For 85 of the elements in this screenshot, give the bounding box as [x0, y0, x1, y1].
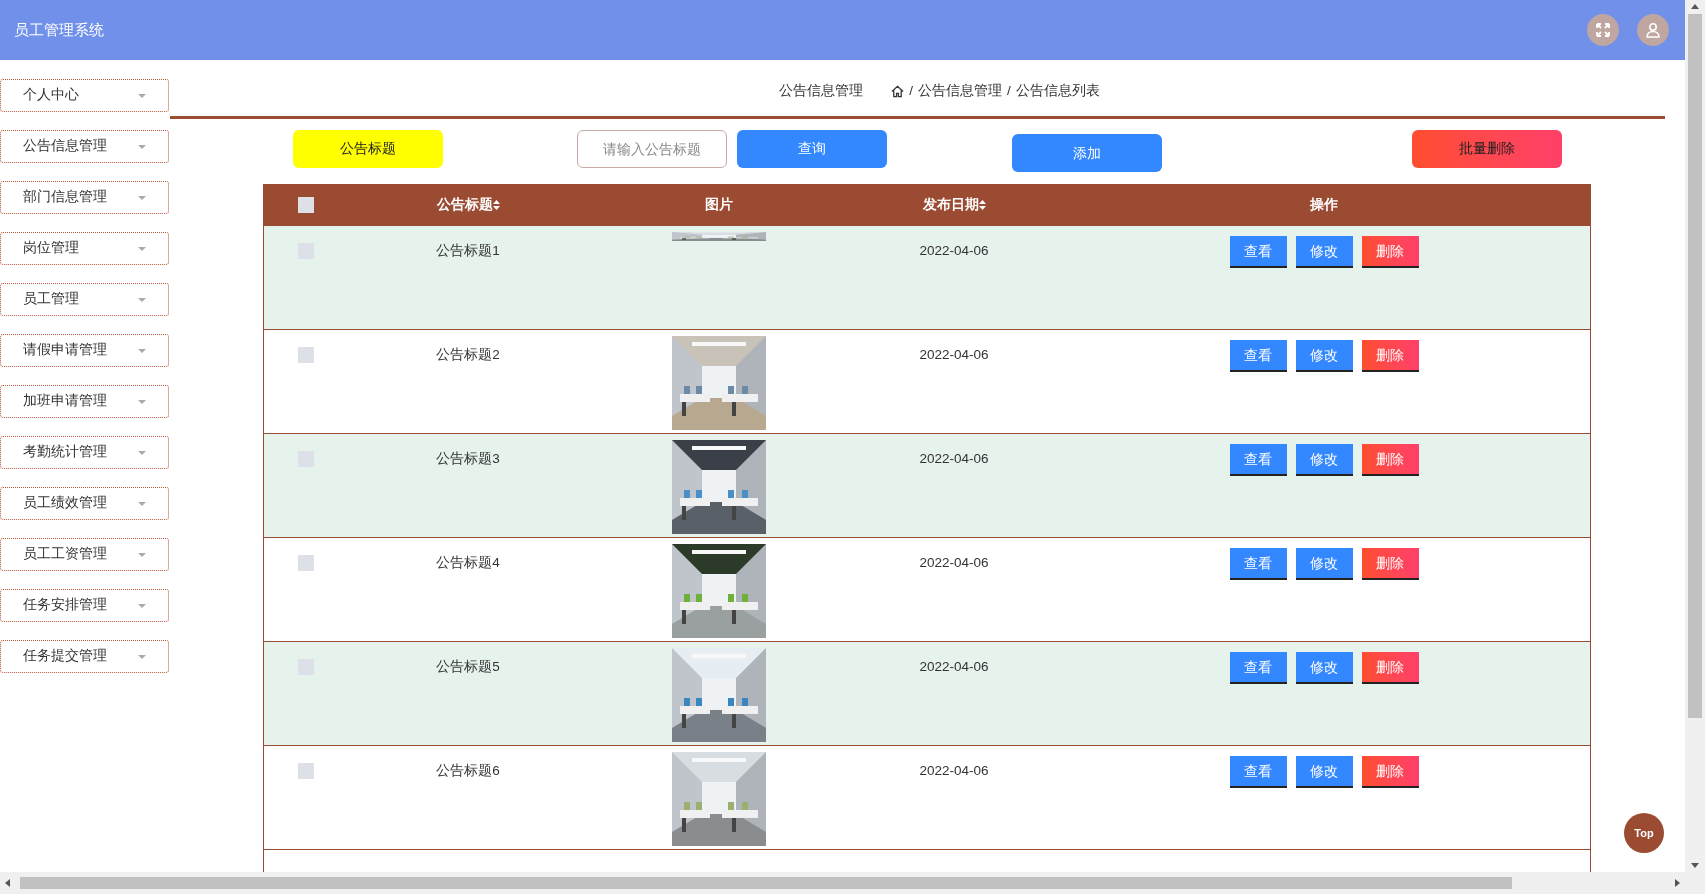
- edit-button[interactable]: 修改: [1295, 236, 1353, 268]
- sort-icon: [492, 200, 500, 210]
- checkbox[interactable]: [298, 347, 314, 363]
- caret-icon: [138, 603, 146, 608]
- edit-button[interactable]: 修改: [1295, 652, 1353, 684]
- table-cell-text: 公告标题2: [436, 346, 500, 364]
- sidebar-menu-item[interactable]: 员工工资管理: [0, 538, 169, 571]
- view-button[interactable]: 查看: [1229, 444, 1287, 476]
- table-cell-text: 2022-04-06: [919, 450, 989, 468]
- delete-button[interactable]: 删除: [1361, 444, 1419, 476]
- edit-button[interactable]: 修改: [1295, 548, 1353, 580]
- sidebar-menu-item[interactable]: 任务提交管理: [0, 640, 169, 673]
- delete-button[interactable]: 删除: [1361, 756, 1419, 788]
- column-header: 操作: [1310, 195, 1338, 214]
- table-cell-text: 公告标题6: [436, 762, 500, 780]
- app-title: 员工管理系统: [14, 19, 105, 40]
- sort-icon: [978, 200, 986, 210]
- caret-icon: [138, 501, 146, 506]
- user-button[interactable]: [1637, 14, 1669, 46]
- table-cell-text: 公告标题1: [436, 242, 500, 260]
- back-to-top-button[interactable]: Top: [1624, 813, 1664, 853]
- scrollbar-thumb[interactable]: [20, 877, 1512, 889]
- checkbox[interactable]: [298, 763, 314, 779]
- view-button[interactable]: 查看: [1229, 236, 1287, 268]
- sidebar-menu-item[interactable]: 个人中心: [0, 79, 169, 112]
- sidebar-menu-item[interactable]: 考勤统计管理: [0, 436, 169, 469]
- caret-icon: [138, 144, 146, 149]
- caret-icon: [138, 93, 146, 98]
- home-icon[interactable]: [891, 84, 905, 98]
- breadcrumb-separator: /: [909, 81, 913, 100]
- caret-icon: [138, 552, 146, 557]
- view-button[interactable]: 查看: [1229, 756, 1287, 788]
- caret-icon: [138, 399, 146, 404]
- sidebar-menu-item[interactable]: 加班申请管理: [0, 385, 169, 418]
- caret-icon: [138, 654, 146, 659]
- sidebar-menu-item[interactable]: 请假申请管理: [0, 334, 169, 367]
- edit-button[interactable]: 修改: [1295, 444, 1353, 476]
- breadcrumb-link[interactable]: 公告信息列表: [1015, 80, 1100, 102]
- table-cell-text: 2022-04-06: [919, 658, 989, 676]
- scrollbar-thumb[interactable]: [1688, 14, 1702, 718]
- view-button[interactable]: 查看: [1229, 340, 1287, 372]
- caret-icon: [138, 348, 146, 353]
- table-cell-text: 2022-04-06: [919, 554, 989, 572]
- delete-button[interactable]: 删除: [1361, 340, 1419, 372]
- fullscreen-button[interactable]: [1587, 14, 1619, 46]
- view-button[interactable]: 查看: [1229, 652, 1287, 684]
- table-cell-text: 2022-04-06: [919, 242, 989, 260]
- delete-button[interactable]: 删除: [1361, 652, 1419, 684]
- caret-icon: [138, 246, 146, 251]
- caret-icon: [138, 450, 146, 455]
- table-cell-text: 2022-04-06: [919, 762, 989, 780]
- checkbox[interactable]: [298, 555, 314, 571]
- user-icon: [1645, 22, 1661, 38]
- caret-icon: [138, 297, 146, 302]
- delete-button[interactable]: 删除: [1361, 548, 1419, 580]
- checkbox[interactable]: [298, 197, 314, 213]
- breadcrumb-separator: /: [1007, 81, 1011, 100]
- batch-delete-button[interactable]: 批量删除: [1412, 130, 1562, 168]
- delete-button[interactable]: 删除: [1361, 236, 1419, 268]
- sidebar-menu-item[interactable]: 岗位管理: [0, 232, 169, 265]
- search-label: 公告标题: [293, 130, 443, 168]
- caret-icon: [138, 195, 146, 200]
- search-field[interactable]: 请输入公告标题: [577, 130, 727, 168]
- sidebar-menu-item[interactable]: 任务安排管理: [0, 589, 169, 622]
- edit-button[interactable]: 修改: [1295, 756, 1353, 788]
- add-button[interactable]: 添加: [1012, 134, 1162, 172]
- column-header: 图片: [705, 195, 733, 214]
- table-cell-text: 2022-04-06: [919, 346, 989, 364]
- table-cell-text: 公告标题4: [436, 554, 500, 572]
- table-cell-text: 公告标题5: [436, 658, 500, 676]
- column-header[interactable]: 发布日期: [922, 194, 986, 216]
- breadcrumb-link[interactable]: 公告信息管理: [918, 80, 1002, 102]
- sidebar-menu-item[interactable]: 部门信息管理: [0, 181, 169, 214]
- expand-icon: [1595, 22, 1611, 38]
- column-header[interactable]: 公告标题: [436, 194, 500, 216]
- edit-button[interactable]: 修改: [1295, 340, 1353, 372]
- sidebar-menu-item[interactable]: 员工绩效管理: [0, 487, 169, 520]
- query-button[interactable]: 查询: [737, 130, 887, 168]
- horizontal-scrollbar[interactable]: [0, 872, 1685, 894]
- vertical-scrollbar[interactable]: [1685, 0, 1705, 894]
- sidebar-menu-item[interactable]: 公告信息管理: [0, 130, 169, 163]
- view-button[interactable]: 查看: [1229, 548, 1287, 580]
- table-cell-text: 公告标题3: [436, 450, 500, 468]
- sidebar-menu-item[interactable]: 员工管理: [0, 283, 169, 316]
- page-title: 公告信息管理: [779, 81, 864, 100]
